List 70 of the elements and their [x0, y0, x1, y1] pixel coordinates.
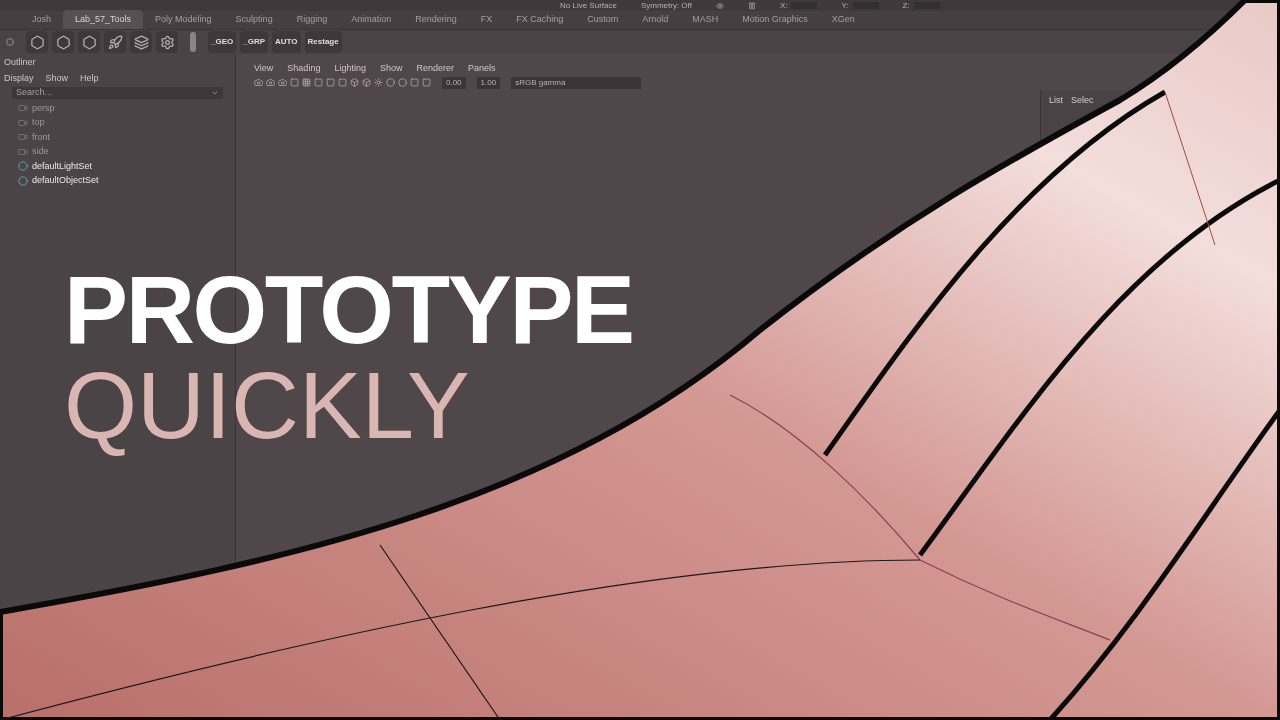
menu-item[interactable]: Shading — [287, 62, 321, 76]
toolbar-icon[interactable] — [362, 78, 371, 87]
toolbar-icon[interactable] — [302, 78, 311, 87]
toolbar-icon[interactable] — [278, 78, 287, 87]
camera-icon — [18, 103, 28, 114]
coordinate-label: X: — [779, 1, 788, 10]
rename-icon[interactable] — [190, 32, 196, 52]
shelf-icon[interactable] — [52, 31, 74, 53]
camera-icon — [18, 117, 28, 128]
camera-icon — [18, 146, 28, 157]
shelf-tab[interactable]: MASH — [680, 9, 731, 29]
shelf-icon[interactable] — [78, 31, 100, 53]
camera-icon — [18, 132, 28, 143]
menu-item[interactable]: Help — [80, 71, 99, 85]
shelf-icon[interactable] — [156, 31, 178, 53]
menu-item[interactable]: Panels — [467, 62, 496, 76]
shelf-tab[interactable]: Animation — [339, 9, 404, 29]
coordinate-label: Z: — [902, 1, 910, 10]
headline-title: PROTOTYPE — [64, 262, 633, 358]
outliner-item: persp — [32, 101, 55, 115]
shelf-tab[interactable]: Josh — [20, 9, 63, 29]
toolbar-icon[interactable] — [266, 78, 275, 87]
toolbar-icon[interactable] — [374, 78, 383, 87]
toolbar-icon[interactable] — [290, 78, 299, 87]
shelf-button[interactable]: _GRP — [240, 31, 269, 53]
headline-subtitle: QUICKLY — [64, 358, 471, 454]
shelf-icon[interactable] — [26, 31, 48, 53]
shelf-tab[interactable]: Rendering — [403, 9, 469, 29]
shelf-tab[interactable]: XGen — [819, 9, 867, 29]
search-input[interactable]: Search... — [12, 86, 192, 100]
dropdown-icon[interactable] — [211, 89, 219, 97]
menu-item[interactable]: Lighting — [334, 62, 366, 76]
shelf-button[interactable]: _GEO — [208, 31, 237, 53]
symmetry-label: Symmetry: Off — [640, 0, 692, 11]
menu-item[interactable]: Renderer — [416, 62, 454, 76]
outliner-item: defaultLightSet — [32, 159, 93, 173]
shelf-button[interactable]: AUTO — [272, 31, 301, 53]
shelf-tab[interactable]: FX Caching — [504, 9, 576, 29]
outliner-item: side — [32, 145, 49, 158]
toolbar-icon[interactable] — [254, 78, 263, 87]
outliner-item: front — [32, 130, 50, 144]
search-field[interactable]: Search... — [12, 87, 223, 99]
panel-title: Outliner — [3, 56, 37, 69]
pause-icon[interactable] — [747, 1, 756, 10]
exposure-field[interactable]: 0.00 — [442, 76, 466, 89]
set-icon — [18, 161, 28, 172]
menu-item[interactable]: View — [254, 62, 274, 76]
shelf-tab[interactable]: Poly Modeling — [143, 9, 224, 29]
shelf-tab[interactable]: Rigging — [284, 9, 340, 29]
shelf-tab[interactable]: Custom — [575, 9, 631, 29]
coordinate-label: Y: — [841, 1, 849, 10]
shelf-button[interactable]: Restage — [304, 31, 342, 53]
menu-item[interactable]: Show — [379, 62, 403, 76]
outliner-item: defaultObjectSet — [32, 174, 99, 187]
live-surface-label: No Live Surface — [560, 0, 617, 11]
shelf-icon[interactable] — [104, 31, 126, 53]
menu-item[interactable]: Show — [45, 71, 69, 85]
shelf-tab[interactable]: Sculpting — [223, 9, 285, 29]
color-space-dropdown[interactable]: sRGB gamma — [511, 76, 642, 89]
eye-icon[interactable] — [715, 1, 724, 10]
gamma-field[interactable]: 1.00 — [476, 76, 501, 89]
toolbar-icon[interactable] — [350, 78, 359, 87]
shelf-icon[interactable] — [130, 31, 152, 53]
shelf-tab[interactable]: Lab_57_Tools — [63, 9, 144, 29]
menu-item[interactable]: Display — [4, 71, 34, 85]
outliner-item: top — [32, 116, 45, 129]
shelf-tab[interactable]: FX — [468, 9, 505, 29]
shelf-tab[interactable]: Arnold — [630, 9, 681, 29]
shelf-tab[interactable]: Motion Graphics — [730, 9, 820, 29]
set-icon — [18, 175, 28, 186]
